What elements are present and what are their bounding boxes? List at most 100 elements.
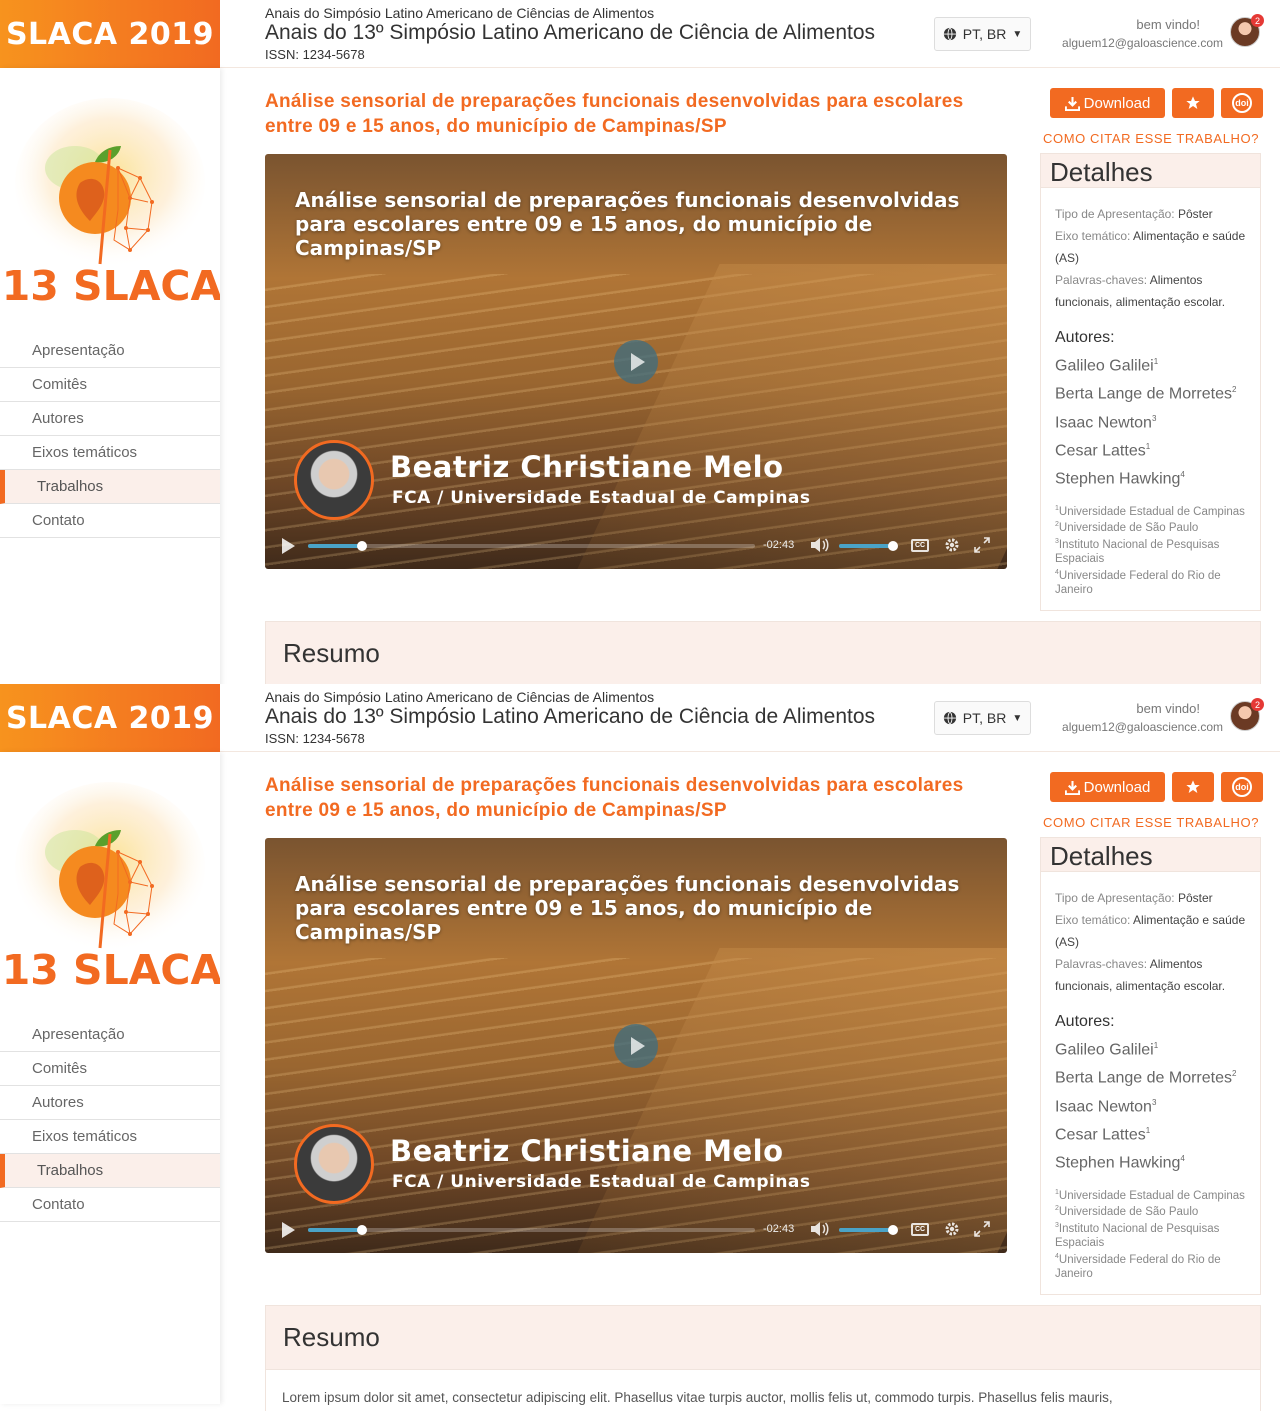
sidebar-item-contato[interactable]: Contato xyxy=(0,1188,220,1222)
author-item[interactable]: Cesar Lattes1 xyxy=(1055,1119,1246,1147)
sidebar-item-trabalhos[interactable]: Trabalhos xyxy=(0,1154,220,1188)
fullscreen-icon[interactable] xyxy=(974,1221,990,1237)
video-player[interactable]: Análise sensorial de preparações funcion… xyxy=(265,154,1007,569)
details-meta: Tipo de Apresentação: Pôster Eixo temáti… xyxy=(1041,188,1260,313)
sidebar-item-comitês[interactable]: Comitês xyxy=(0,368,220,402)
language-label: PT, BR xyxy=(962,26,1007,42)
author-item[interactable]: Isaac Newton3 xyxy=(1055,1091,1246,1119)
volume-slider[interactable] xyxy=(839,541,899,551)
language-selector[interactable]: PT, BR ▼ xyxy=(934,701,1031,735)
favorite-button[interactable] xyxy=(1172,88,1214,118)
user-email[interactable]: alguem12@galoascience.com xyxy=(1062,720,1223,734)
favorite-button[interactable] xyxy=(1172,772,1214,802)
speaker-name: Beatriz Christiane Melo xyxy=(390,1134,784,1168)
top-bar: Anais do Simpósio Latino Americano de Ci… xyxy=(220,684,1280,752)
affiliation-name: Universidade Federal do Rio de Janeiro xyxy=(1055,1253,1221,1280)
volume-icon[interactable] xyxy=(810,1221,830,1237)
affiliation-name: Universidade de São Paulo xyxy=(1058,522,1199,535)
doi-button[interactable]: doi xyxy=(1221,772,1263,802)
progress-bar[interactable] xyxy=(308,541,755,551)
affiliation-item: 3Instituto Nacional de Pesquisas Espacia… xyxy=(1055,1219,1246,1250)
cite-link[interactable]: COMO CITAR ESSE TRABALHO? xyxy=(1043,131,1259,146)
volume-icon[interactable] xyxy=(810,537,830,553)
volume-fill xyxy=(839,544,894,548)
logo-text: 13 SLACA xyxy=(2,262,220,308)
sidebar-item-autores[interactable]: Autores xyxy=(0,402,220,436)
gear-icon[interactable] xyxy=(944,537,960,553)
volume-slider[interactable] xyxy=(839,1225,899,1235)
type-value: Pôster xyxy=(1177,207,1213,221)
abstract-text: Lorem ipsum dolor sit amet, consectetur … xyxy=(282,1390,1113,1405)
notification-badge[interactable]: 2 xyxy=(1251,698,1264,711)
author-item[interactable]: Berta Lange de Morretes2 xyxy=(1055,1062,1246,1090)
author-name[interactable]: Galileo Galilei xyxy=(1055,357,1154,374)
author-item[interactable]: Cesar Lattes1 xyxy=(1055,435,1246,463)
cite-link[interactable]: COMO CITAR ESSE TRABALHO? xyxy=(1043,815,1259,830)
play-icon[interactable] xyxy=(282,1222,295,1238)
progress-handle[interactable] xyxy=(356,1225,367,1235)
screenshot-bottom: SLACA 2019 Anais do Simpósio Latino Amer… xyxy=(0,684,1280,1411)
download-icon xyxy=(1064,780,1080,795)
affiliation-name: Universidade Federal do Rio de Janeiro xyxy=(1055,569,1221,596)
author-item[interactable]: Stephen Hawking4 xyxy=(1055,1147,1246,1175)
sidebar-item-autores[interactable]: Autores xyxy=(0,1086,220,1120)
sidebar-item-apresentação[interactable]: Apresentação xyxy=(0,1018,220,1052)
brand-logo[interactable]: SLACA 2019 xyxy=(0,684,220,752)
brand-logo[interactable]: SLACA 2019 xyxy=(0,0,220,68)
language-selector[interactable]: PT, BR ▼ xyxy=(934,17,1031,51)
sidebar-item-comitês[interactable]: Comitês xyxy=(0,1052,220,1086)
author-name[interactable]: Isaac Newton xyxy=(1055,1098,1152,1115)
author-item[interactable]: Stephen Hawking4 xyxy=(1055,463,1246,491)
author-name[interactable]: Stephen Hawking xyxy=(1055,1155,1180,1172)
video-controls: -02:43 CC xyxy=(265,1210,1007,1250)
author-name[interactable]: Berta Lange de Morretes xyxy=(1055,386,1232,403)
author-affiliation-index: 3 xyxy=(1151,413,1157,423)
download-button[interactable]: Download xyxy=(1050,88,1165,118)
download-button[interactable]: Download xyxy=(1050,772,1165,802)
author-name[interactable]: Cesar Lattes xyxy=(1055,1126,1146,1143)
author-name[interactable]: Stephen Hawking xyxy=(1055,471,1180,488)
doi-icon: doi xyxy=(1232,93,1252,113)
author-affiliation-index: 1 xyxy=(1153,1041,1159,1050)
author-item[interactable]: Berta Lange de Morretes2 xyxy=(1055,378,1246,406)
play-overlay-button[interactable] xyxy=(614,1024,658,1068)
sidebar-item-eixos-temáticos[interactable]: Eixos temáticos xyxy=(0,1120,220,1154)
authors-label: Autores: xyxy=(1055,329,1115,346)
fullscreen-icon[interactable] xyxy=(974,537,990,553)
author-name[interactable]: Galileo Galilei xyxy=(1055,1041,1154,1058)
star-icon xyxy=(1186,96,1200,109)
caret-down-icon: ▼ xyxy=(1012,712,1023,724)
captions-icon[interactable]: CC xyxy=(911,539,929,552)
author-name[interactable]: Isaac Newton xyxy=(1055,414,1152,431)
author-name[interactable]: Berta Lange de Morretes xyxy=(1055,1070,1232,1087)
author-affiliation-index: 4 xyxy=(1180,470,1185,480)
volume-handle[interactable] xyxy=(888,541,899,551)
author-name[interactable]: Cesar Lattes xyxy=(1055,442,1146,459)
author-item[interactable]: Isaac Newton3 xyxy=(1055,407,1246,435)
play-icon[interactable] xyxy=(282,538,295,554)
slaca-logo[interactable]: 13 SLACA xyxy=(0,88,220,308)
author-item[interactable]: Galileo Galilei1 xyxy=(1055,1034,1246,1062)
user-email[interactable]: alguem12@galoascience.com xyxy=(1062,36,1223,50)
doi-button[interactable]: doi xyxy=(1221,88,1263,118)
gear-icon[interactable] xyxy=(944,1221,960,1237)
welcome-text: bem vindo! xyxy=(1136,701,1200,716)
abstract-section: Resumo Lorem ipsum dolor sit amet, conse… xyxy=(265,1305,1261,1411)
progress-handle[interactable] xyxy=(356,541,367,551)
play-overlay-button[interactable] xyxy=(614,340,658,384)
author-item[interactable]: Galileo Galilei1 xyxy=(1055,350,1246,378)
captions-icon[interactable]: CC xyxy=(911,1223,929,1236)
progress-bar[interactable] xyxy=(308,1225,755,1235)
sidebar-item-contato[interactable]: Contato xyxy=(0,504,220,538)
notification-badge[interactable]: 2 xyxy=(1251,14,1264,27)
sidebar-item-apresentação[interactable]: Apresentação xyxy=(0,334,220,368)
video-player[interactable]: Análise sensorial de preparações funcion… xyxy=(265,838,1007,1253)
volume-handle[interactable] xyxy=(888,1225,899,1235)
sidebar: 13 SLACA Apresentação Comitês Autores Eixos… xyxy=(0,68,220,720)
issn: ISSN: 1234-5678 xyxy=(265,47,365,62)
slaca-logo[interactable]: 13 SLACA xyxy=(0,772,220,992)
screenshot-top: SLACA 2019 Anais do Simpósio Latino Amer… xyxy=(0,0,1280,720)
speaker-photo xyxy=(294,440,374,520)
sidebar-item-eixos-temáticos[interactable]: Eixos temáticos xyxy=(0,436,220,470)
sidebar-item-trabalhos[interactable]: Trabalhos xyxy=(0,470,220,504)
